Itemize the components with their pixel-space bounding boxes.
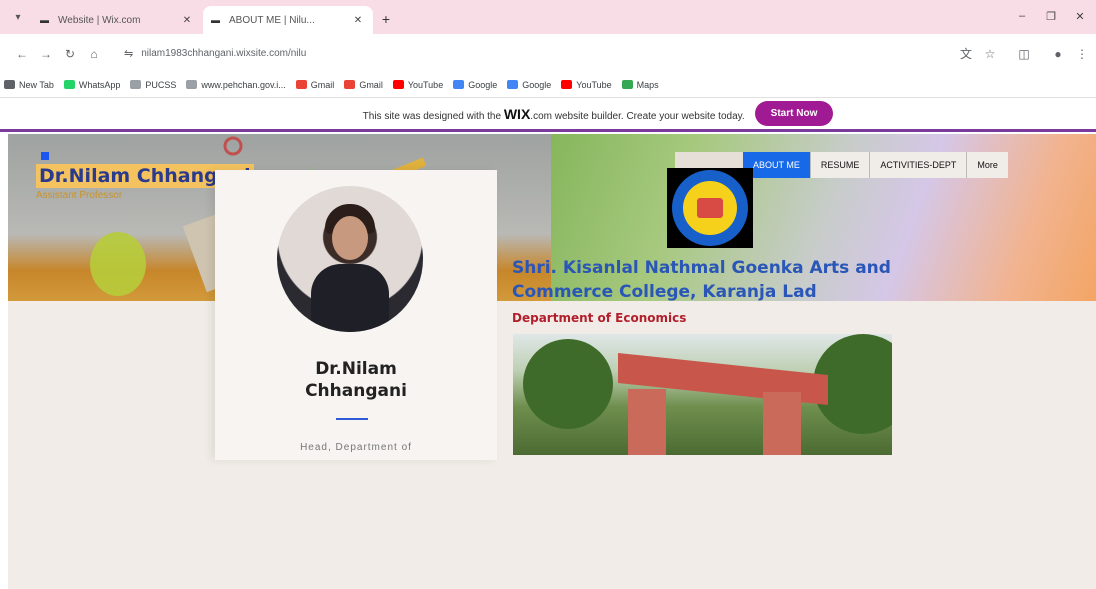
college-name: Shri. Kisanlal Nathmal Goenka Arts and C…: [512, 256, 912, 304]
extensions-icon[interactable]: ◫: [1016, 46, 1032, 62]
logo-book-icon: [697, 198, 723, 218]
department-name: Department of Economics: [512, 311, 687, 325]
avatar-suit: [311, 264, 389, 332]
reload-icon[interactable]: ↻: [62, 46, 78, 62]
bookmark-favicon-icon: [344, 80, 356, 89]
bookmark-item[interactable]: Google: [507, 80, 551, 90]
profile-avatar: [277, 186, 423, 332]
nav-activities-dept[interactable]: ACTIVITIES-DEPT: [869, 152, 967, 178]
back-icon[interactable]: ←: [14, 46, 30, 62]
wix-message-tail: .com website builder. Create your websit…: [530, 110, 745, 122]
bookmark-label: New Tab: [19, 79, 54, 90]
bookmark-item[interactable]: YouTube: [561, 79, 612, 90]
college-gate-photo: [513, 334, 892, 455]
site-info-icon[interactable]: ⇋: [124, 47, 133, 60]
bookmark-label: Gmail: [359, 79, 383, 90]
wix-banner: This site was designed with the WIX.com …: [0, 98, 1096, 132]
nav-more[interactable]: More: [966, 152, 1008, 178]
nav-resume[interactable]: RESUME: [809, 152, 870, 178]
bookmark-favicon-icon: [453, 80, 465, 89]
tree: [523, 339, 613, 429]
new-tab-icon[interactable]: +: [378, 11, 394, 27]
bookmark-favicon-icon: [295, 80, 307, 89]
bookmark-favicon-icon: [63, 80, 75, 89]
wix-favicon-icon: ▬: [211, 15, 220, 25]
college-name-line2: Commerce College, Karanja Lad: [512, 282, 817, 302]
browser-tab-about[interactable]: ▬ ABOUT ME | Nilu... ✕: [203, 6, 373, 34]
forward-icon[interactable]: →: [38, 46, 54, 62]
gate-pillar: [763, 392, 801, 455]
bookmark-label: www.pehchan.gov.i...: [201, 79, 286, 90]
bookmark-favicon-icon: [507, 80, 519, 89]
bookmark-label: YouTube: [576, 79, 612, 90]
bookmark-label: YouTube: [407, 79, 444, 90]
bookmark-item[interactable]: Gmail: [344, 80, 383, 90]
bookmark-item[interactable]: www.pehchan.gov.i...: [186, 79, 286, 90]
bookmark-favicon-icon: [186, 80, 198, 89]
browser-toolbar: ← → ↻ ⌂ ⇋ nilam1983chhangani.wixsite.com…: [0, 34, 1096, 72]
bookmark-label: Google: [468, 79, 498, 90]
bookmark-favicon-icon: [4, 80, 15, 89]
browser-menu-icon[interactable]: ⋮: [1074, 46, 1090, 62]
translate-icon[interactable]: 文: [958, 46, 974, 62]
bookmark-item[interactable]: New Tab: [4, 80, 54, 90]
bookmark-star-icon[interactable]: ☆: [982, 46, 998, 62]
restore-icon[interactable]: ❐: [1042, 10, 1060, 23]
home-icon[interactable]: ⌂: [86, 46, 102, 62]
wix-banner-message: This site was designed with the WIX.com …: [363, 106, 745, 122]
bookmark-item[interactable]: Google: [453, 80, 497, 90]
profile-name-line2: Chhangani: [305, 381, 407, 401]
nav-about-me[interactable]: ABOUT ME: [743, 152, 810, 178]
close-tab-icon[interactable]: ✕: [180, 15, 194, 26]
bookmark-label: Gmail: [310, 79, 335, 90]
close-tab-icon[interactable]: ✕: [351, 15, 365, 26]
profile-avatar-icon[interactable]: ●: [1050, 46, 1066, 62]
url-text: nilam1983chhangani.wixsite.com/nilu: [141, 47, 307, 59]
wix-favicon-icon: ▬: [40, 15, 49, 25]
profile-name-line1: Dr.Nilam: [315, 359, 397, 379]
bookmark-item[interactable]: PUCSS: [130, 80, 176, 90]
avatar-face: [332, 216, 368, 260]
gate-pillar: [628, 389, 666, 455]
profile-name: Dr.Nilam Chhangani: [215, 358, 497, 402]
close-window-icon[interactable]: ✕: [1071, 10, 1089, 23]
tab-title: ABOUT ME | Nilu...: [229, 14, 315, 26]
browser-tab-wix[interactable]: ▬ Website | Wix.com ✕: [32, 6, 202, 34]
tab-title: Website | Wix.com: [58, 14, 141, 26]
bookmark-favicon-icon: [561, 80, 573, 89]
minimize-icon[interactable]: –: [1013, 10, 1031, 22]
wix-logo: WIX: [503, 105, 531, 122]
bookmarks-bar: New Tab WhatsApp PUCSS www.pehchan.gov.i...…: [0, 72, 1096, 98]
bookmark-item[interactable]: Maps: [621, 79, 659, 90]
bookmark-item[interactable]: Gmail: [295, 79, 335, 90]
browser-tabstrip: ▾ ▬ Website | Wix.com ✕ ▬ ABOUT ME | Nil…: [0, 0, 1096, 34]
start-now-button[interactable]: Start Now: [754, 101, 834, 126]
bookmark-label: Google: [522, 79, 552, 90]
profile-divider: [336, 418, 368, 420]
college-name-line1: Shri. Kisanlal Nathmal Goenka Arts and: [512, 258, 891, 278]
address-bar[interactable]: ⇋ nilam1983chhangani.wixsite.com/nilu: [116, 40, 1016, 66]
bookmark-label: Maps: [636, 79, 659, 90]
bookmark-label: WhatsApp: [78, 79, 121, 90]
wix-message-text: This site was designed with the: [362, 110, 502, 122]
tab-search-icon[interactable]: ▾: [8, 8, 28, 28]
college-logo: [667, 168, 753, 248]
bookmark-favicon-icon: [621, 80, 633, 89]
profile-description: Head, Department of: [300, 442, 412, 453]
bookmark-favicon-icon: [392, 80, 404, 89]
bookmark-item[interactable]: WhatsApp: [63, 79, 121, 90]
bookmark-item[interactable]: YouTube: [392, 79, 444, 90]
bookmark-label: PUCSS: [145, 79, 177, 90]
bookmark-favicon-icon: [130, 80, 142, 89]
